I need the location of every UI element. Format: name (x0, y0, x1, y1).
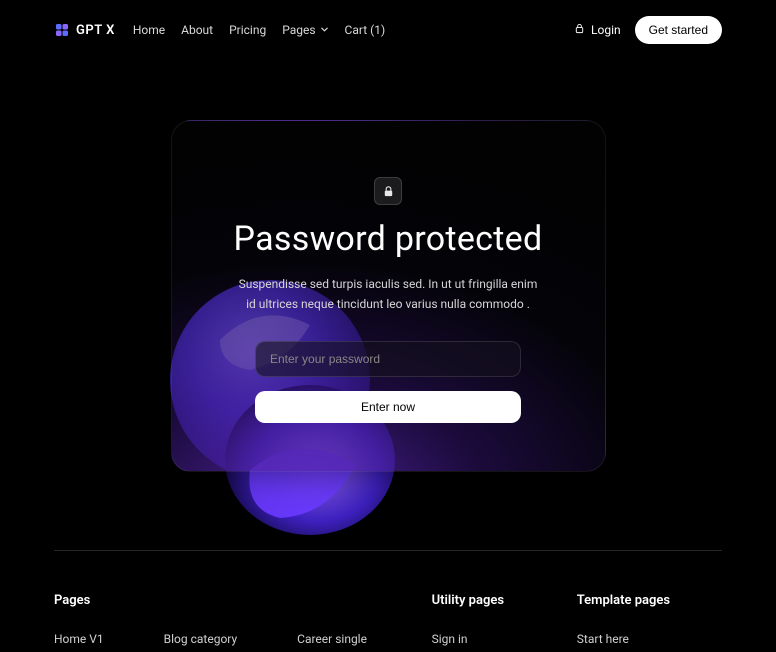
nav-home[interactable]: Home (133, 23, 165, 37)
footer-link-start-here[interactable]: Start here (577, 632, 722, 646)
get-started-button[interactable]: Get started (635, 16, 722, 44)
password-input[interactable] (255, 341, 521, 377)
main: Password protected Suspendisse sed turpi… (0, 120, 776, 472)
footer-pages-heading: Pages (54, 593, 432, 608)
chevron-down-icon (320, 23, 329, 37)
header: GPT X Home About Pricing Pages Cart (1) … (0, 0, 776, 60)
lock-icon-box (374, 177, 402, 205)
card-description: Suspendisse sed turpis iaculis sed. In u… (233, 275, 543, 315)
footer-link-career-single[interactable]: Career single (297, 632, 367, 646)
footer-col-pages: Pages Home V1 Blog category Career singl… (54, 593, 432, 646)
logo-icon (54, 22, 70, 38)
lock-icon (382, 185, 395, 198)
footer-col-template: Template pages Start here (577, 593, 722, 646)
card-title: Password protected (234, 219, 543, 259)
login-link[interactable]: Login (574, 23, 621, 37)
nav-pages[interactable]: Pages (282, 23, 328, 37)
footer-link-sign-in[interactable]: Sign in (432, 632, 577, 646)
nav-cart[interactable]: Cart (1) (345, 23, 386, 37)
footer-link-home-v1[interactable]: Home V1 (54, 632, 104, 646)
logo[interactable]: GPT X (54, 22, 115, 38)
enter-button[interactable]: Enter now (255, 391, 521, 423)
nav: Home About Pricing Pages Cart (1) (133, 23, 385, 37)
nav-pricing[interactable]: Pricing (229, 23, 266, 37)
logo-text: GPT X (76, 23, 115, 38)
footer: Pages Home V1 Blog category Career singl… (54, 550, 722, 646)
footer-utility-heading: Utility pages (432, 593, 577, 608)
footer-link-blog-category[interactable]: Blog category (164, 632, 237, 646)
lock-icon (574, 23, 585, 37)
login-label: Login (591, 23, 621, 37)
footer-pages-links: Home V1 Blog category Career single (54, 632, 432, 646)
header-right: Login Get started (574, 16, 722, 44)
footer-col-utility: Utility pages Sign in (432, 593, 577, 646)
footer-template-heading: Template pages (577, 593, 722, 608)
nav-about[interactable]: About (181, 23, 213, 37)
nav-pages-label: Pages (282, 23, 315, 37)
password-card: Password protected Suspendisse sed turpi… (171, 120, 606, 472)
